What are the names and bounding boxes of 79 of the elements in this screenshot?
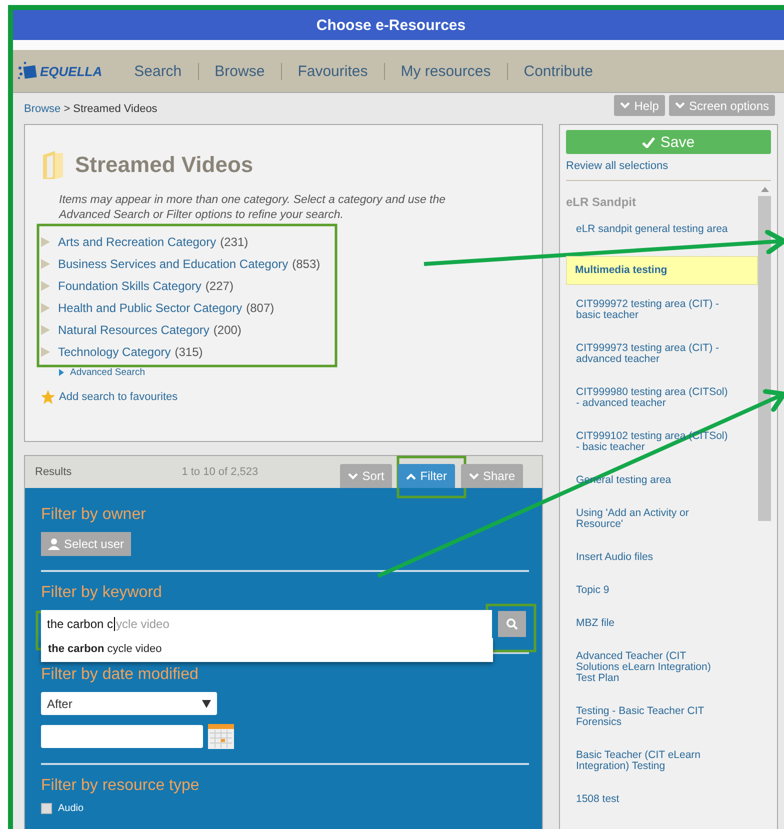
search-button[interactable] <box>498 611 526 637</box>
breadcrumb-link[interactable]: Browse <box>24 102 61 114</box>
folder-item[interactable]: Multimedia testing <box>566 256 758 285</box>
category-count: (315) <box>174 345 203 359</box>
date-field[interactable] <box>41 725 203 748</box>
folder-item[interactable]: Testing - Basic Teacher CIT Forensics <box>566 705 738 729</box>
category-link[interactable]: Business Services and Education Category <box>58 257 288 271</box>
star-icon <box>41 390 55 404</box>
nav-link[interactable]: My resources <box>384 62 507 80</box>
nav-link[interactable]: Search <box>126 62 198 80</box>
dropdown-arrow-icon <box>202 700 211 708</box>
filter-heading: Filter by keyword <box>41 584 163 602</box>
checkbox-label: Audio <box>58 803 84 814</box>
nav-link[interactable]: Contribute <box>506 62 609 80</box>
checkbox[interactable] <box>41 803 52 814</box>
results-label: Results <box>35 466 72 478</box>
nav-link[interactable]: Browse <box>198 62 281 80</box>
search-icon <box>506 618 518 630</box>
filter-heading: Filter by resource type <box>41 777 200 795</box>
highlight-frame <box>486 604 536 652</box>
folder-item[interactable]: Insert Audio files <box>566 551 738 564</box>
triangle-icon <box>41 237 50 247</box>
folder-item[interactable]: Topic 9 <box>566 584 738 597</box>
filter-heading: Filter by date modified <box>41 666 200 684</box>
triangle-icon <box>41 281 50 291</box>
folder-item[interactable]: Advanced Teacher (CIT Solutions eLearn Integration) Test Plan <box>566 650 738 685</box>
autocomplete-suggestion[interactable]: the carbon cycle video <box>41 638 493 662</box>
triangle-icon <box>41 259 50 269</box>
chevron-down-icon <box>620 102 630 109</box>
folder-item[interactable]: MBZ file <box>566 617 738 630</box>
triangle-icon <box>41 325 50 335</box>
folder-item[interactable]: eLR sandpit general testing area <box>566 223 738 236</box>
checkmark-icon <box>642 136 656 148</box>
category-link[interactable]: Foundation Skills Category <box>58 279 202 293</box>
category-link[interactable]: Health and Public Sector Category <box>58 301 242 315</box>
nav-link[interactable]: Favourites <box>280 62 384 80</box>
calendar-icon[interactable] <box>208 724 234 749</box>
folder-item[interactable]: CIT999973 testing area (CIT) - advanced teacher <box>566 342 738 366</box>
results-tab[interactable]: Filter <box>398 464 455 488</box>
folder-icon <box>41 149 65 181</box>
review-selections-link[interactable]: Review all selections <box>566 160 771 172</box>
scroll-up-icon[interactable] <box>760 187 768 192</box>
logo-text: EQUELLA <box>40 64 102 78</box>
chevron-up-icon <box>406 472 416 480</box>
breadcrumb-current: Streamed Videos <box>73 102 158 114</box>
window-title: Choose e-Resources <box>13 10 784 40</box>
folder-item[interactable]: 1508 test <box>566 793 738 806</box>
triangle-icon <box>59 369 64 376</box>
chevron-down-icon <box>674 102 685 109</box>
date-select[interactable]: After <box>41 692 217 715</box>
advanced-search-link[interactable]: Advanced Search <box>59 367 542 378</box>
category-count: (807) <box>246 301 274 315</box>
category-link[interactable]: Technology Category <box>58 345 171 359</box>
scrollbar-thumb[interactable] <box>758 196 771 521</box>
chevron-down-icon <box>468 472 479 480</box>
triangle-icon <box>41 303 50 313</box>
chevron-down-icon <box>348 472 358 480</box>
results-count: 1 to 10 of 2,523 <box>182 466 258 478</box>
keyword-field[interactable]: the carbon c ycle video <box>41 610 492 638</box>
category-title: Streamed Videos <box>75 152 254 178</box>
course-name: eLR Sandpit <box>566 195 638 209</box>
category-count: (200) <box>213 323 242 337</box>
category-link[interactable]: Natural Resources Category <box>58 323 210 337</box>
folder-item[interactable]: Basic Teacher (CIT eLearn Integration) Testing <box>566 749 738 773</box>
folder-item[interactable]: Using 'Add an Activity or Resource' <box>566 507 738 531</box>
breadcrumb-separator: > <box>64 102 70 114</box>
logo-icon <box>17 60 39 82</box>
category-count: (231) <box>220 235 248 249</box>
filter-heading: Filter by owner <box>41 506 147 524</box>
add-favourite-link[interactable]: Add search to favourites <box>41 390 542 404</box>
user-icon <box>48 538 60 550</box>
folder-item[interactable]: CIT999980 testing area (CITSol) - advanced teacher <box>566 386 738 410</box>
category-link[interactable]: Arts and Recreation Category <box>58 235 216 249</box>
category-description: Items may appear in more than one category. Select a category and use the Advanced Search or Filter options to refine your search. <box>59 193 447 223</box>
highlight-frame <box>396 456 466 498</box>
folder-item[interactable]: CIT999972 testing area (CIT) - basic teacher <box>566 298 738 322</box>
triangle-icon <box>41 347 50 357</box>
category-count: (853) <box>292 257 320 271</box>
category-count: (227) <box>205 279 234 293</box>
